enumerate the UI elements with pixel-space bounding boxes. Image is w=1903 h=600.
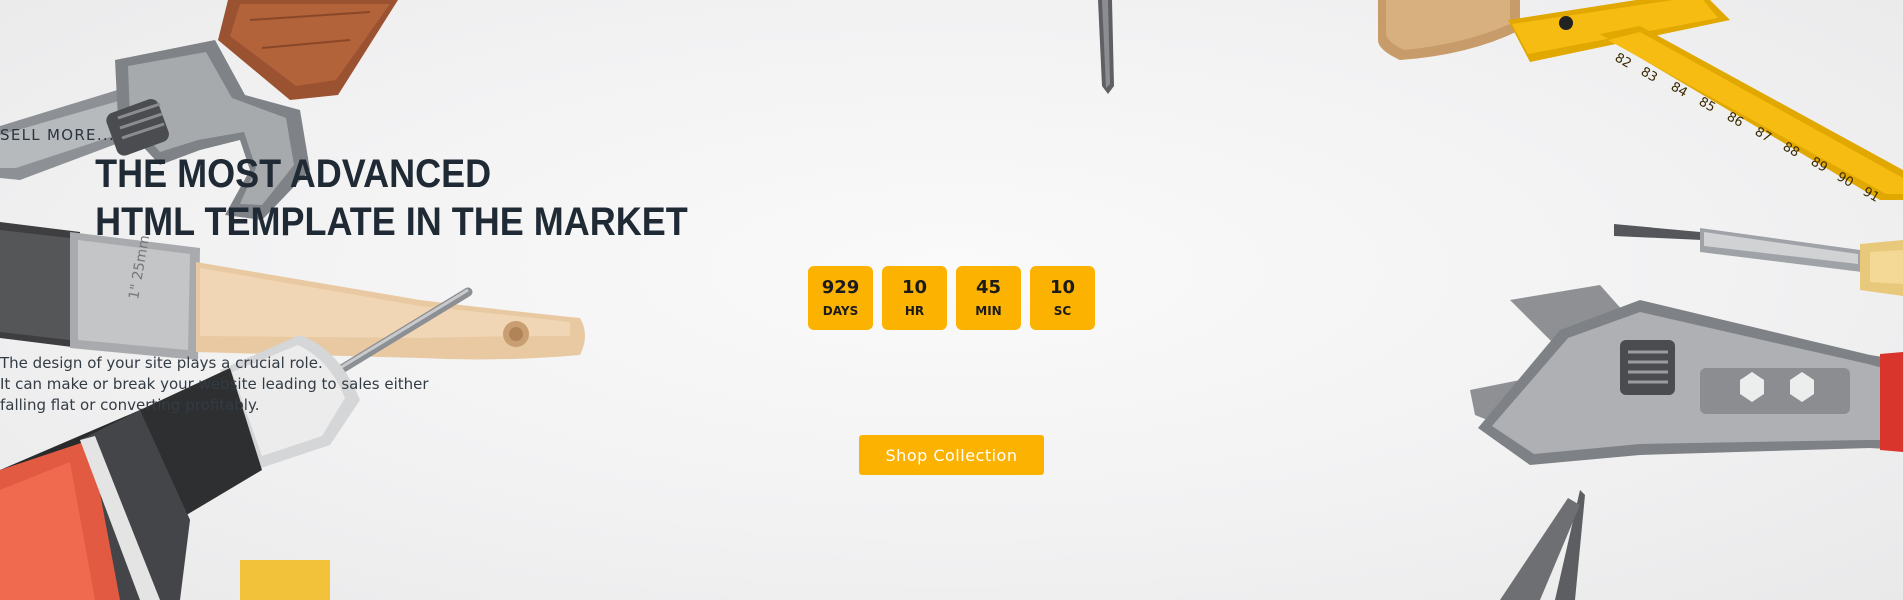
countdown-days-unit: DAYS bbox=[822, 303, 859, 318]
countdown-timer: 929 DAYS 10 HR 45 MIN 10 SC bbox=[808, 266, 1095, 330]
countdown-hours: 10 HR bbox=[882, 266, 947, 330]
chisel-bottom-icon bbox=[1500, 490, 1585, 600]
countdown-seconds: 10 SC bbox=[1030, 266, 1095, 330]
title-line-1: THE MOST ADVANCED bbox=[95, 152, 492, 196]
description-line-2: It can make or break your website leadin… bbox=[0, 375, 429, 393]
hero-banner: 1" 25mm 82 83 84 85 86 87 88 89 90 91 SE… bbox=[0, 0, 1903, 600]
countdown-minutes-unit: MIN bbox=[975, 303, 1002, 318]
countdown-days: 929 DAYS bbox=[808, 266, 873, 330]
shop-collection-button[interactable]: Shop Collection bbox=[859, 435, 1044, 475]
countdown-seconds-unit: SC bbox=[1053, 303, 1072, 318]
svg-text:83: 83 bbox=[1638, 64, 1660, 85]
countdown-seconds-value: 10 bbox=[1049, 276, 1076, 298]
countdown-hours-unit: HR bbox=[904, 303, 925, 318]
hammer-icon bbox=[218, 0, 398, 100]
hero-description: The design of your site plays a crucial … bbox=[0, 353, 1903, 416]
wood-block-icon bbox=[1378, 0, 1520, 60]
description-line-1: The design of your site plays a crucial … bbox=[0, 354, 323, 372]
countdown-hours-value: 10 bbox=[901, 276, 928, 298]
countdown-days-value: 929 bbox=[821, 276, 860, 298]
countdown-minutes: 45 MIN bbox=[956, 266, 1021, 330]
description-line-3: falling flat or converting profitably. bbox=[0, 396, 260, 414]
title-line-2: HTML TEMPLATE IN THE MARKET bbox=[95, 200, 688, 244]
countdown-minutes-value: 45 bbox=[975, 276, 1002, 298]
chisel-icon bbox=[1098, 0, 1114, 94]
eyebrow-text: SELL MORE... bbox=[0, 126, 116, 144]
svg-text:82: 82 bbox=[1612, 50, 1634, 71]
page-title: THE MOST ADVANCED HTML TEMPLATE IN THE M… bbox=[95, 150, 1808, 246]
